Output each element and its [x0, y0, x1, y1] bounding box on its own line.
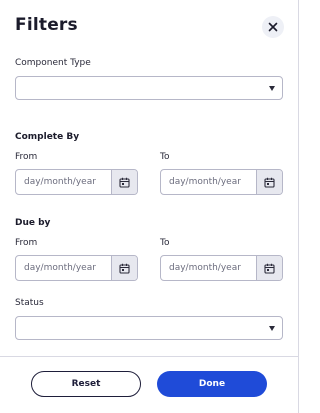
footer-divider	[0, 356, 299, 357]
panel-right-border	[298, 0, 299, 413]
done-button[interactable]: Done	[157, 371, 267, 397]
due-by-from-calendar-button[interactable]	[111, 256, 137, 280]
calendar-icon	[264, 263, 275, 274]
calendar-icon	[119, 263, 130, 274]
close-button[interactable]	[262, 16, 284, 38]
complete-by-from-calendar-button[interactable]	[111, 170, 137, 194]
due-by-from-input[interactable]	[16, 256, 112, 280]
due-by-to-date	[160, 255, 283, 281]
chevron-down-icon	[269, 326, 275, 331]
due-by-to-label: To	[160, 238, 170, 248]
component-type-label: Component Type	[15, 58, 91, 68]
due-by-to-calendar-button[interactable]	[256, 256, 282, 280]
chevron-down-icon	[269, 86, 275, 91]
panel-title: Filters	[15, 15, 78, 35]
status-select[interactable]	[15, 316, 283, 340]
complete-by-from-input[interactable]	[16, 170, 112, 194]
due-by-to-input[interactable]	[161, 256, 257, 280]
component-type-select[interactable]	[15, 76, 283, 100]
complete-by-from-label: From	[15, 152, 38, 162]
filters-panel: Filters Component Type Complete By From …	[0, 0, 300, 413]
complete-by-to-calendar-button[interactable]	[256, 170, 282, 194]
due-by-from-label: From	[15, 238, 38, 248]
complete-by-from-date	[15, 169, 138, 195]
complete-by-to-label: To	[160, 152, 170, 162]
calendar-icon	[264, 177, 275, 188]
calendar-icon	[119, 177, 130, 188]
due-by-label: Due by	[15, 218, 51, 228]
status-label: Status	[15, 298, 44, 308]
complete-by-to-input[interactable]	[161, 170, 257, 194]
close-icon	[268, 22, 278, 32]
complete-by-to-date	[160, 169, 283, 195]
complete-by-label: Complete By	[15, 132, 80, 142]
due-by-from-date	[15, 255, 138, 281]
reset-button[interactable]: Reset	[31, 371, 141, 397]
